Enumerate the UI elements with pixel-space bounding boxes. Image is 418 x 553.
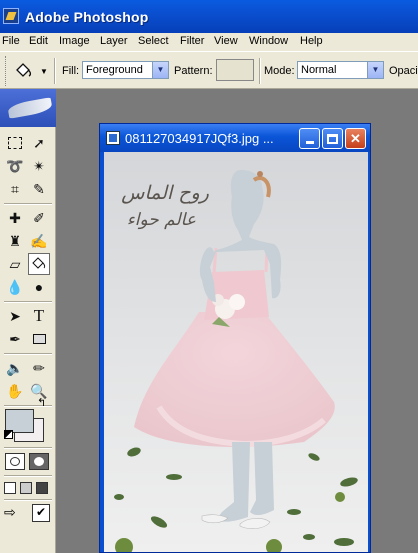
chevron-down-icon: ▼ — [367, 62, 383, 78]
mode-select[interactable]: Normal ▼ — [297, 61, 384, 79]
eraser-tool-icon[interactable]: ▱ — [4, 253, 26, 275]
options-grip[interactable] — [5, 56, 8, 86]
toolbox-divider — [4, 447, 52, 449]
pen-tool-icon[interactable]: ✒ — [4, 328, 26, 350]
brush-tool-icon[interactable]: ✐ — [28, 207, 50, 229]
menu-bar: File Edit Image Layer Select Filter View… — [0, 33, 418, 51]
shape-tool-icon[interactable] — [28, 328, 50, 350]
healing-brush-tool-icon[interactable]: ✚ — [4, 207, 26, 229]
image-canvas[interactable]: روح الماس عالم حواء — [104, 152, 368, 552]
document-title: 081127034917JQf3.jpg ... — [125, 131, 274, 146]
pattern-picker[interactable] — [216, 59, 254, 81]
minimize-icon — [305, 141, 314, 144]
watermark-line-2: عالم حواء — [126, 210, 196, 230]
watermark-line-1: روح الماس — [121, 182, 209, 204]
fill-select[interactable]: Foreground ▼ — [82, 61, 169, 79]
crop-tool-icon[interactable]: ⌗ — [4, 178, 26, 200]
menu-file[interactable]: File — [2, 35, 20, 47]
screen-mode-standard-icon[interactable] — [4, 482, 16, 494]
photoshop-app-icon — [3, 8, 19, 24]
magic-wand-tool-icon[interactable]: ✴ — [28, 155, 50, 177]
menu-select[interactable]: Select — [138, 35, 169, 47]
menu-edit[interactable]: Edit — [29, 35, 48, 47]
menu-layer[interactable]: Layer — [100, 35, 128, 47]
screen-mode-full-icon[interactable] — [36, 482, 48, 494]
chevron-down-icon: ▼ — [152, 62, 168, 78]
standard-mode-icon[interactable] — [5, 453, 25, 470]
hand-tool-icon[interactable]: ✋ — [4, 380, 26, 402]
eyedropper-tool-icon[interactable]: ✏ — [28, 357, 50, 379]
maximize-button[interactable] — [322, 128, 343, 149]
mode-label: Mode: — [264, 65, 295, 77]
toolbox-divider — [4, 475, 52, 477]
paint-bucket-tool-preset-icon[interactable] — [13, 61, 35, 81]
dodge-tool-icon[interactable]: ● — [28, 276, 50, 298]
clone-stamp-tool-icon[interactable]: ♜ — [4, 230, 26, 252]
fill-select-value: Foreground — [86, 64, 143, 76]
screen-mode-full-menu-icon[interactable] — [20, 482, 32, 494]
toolbox-divider — [4, 353, 52, 355]
maximize-icon — [327, 134, 338, 144]
toolbox-divider — [4, 203, 52, 205]
edit-in-imageready-icon[interactable]: ✔ — [32, 504, 50, 522]
marquee-tool-icon[interactable] — [4, 132, 26, 154]
options-bar: ▼ Fill: Foreground ▼ Pattern: Mode: Norm… — [0, 51, 418, 89]
options-separator — [54, 58, 56, 84]
tool-preset-dropdown-icon[interactable]: ▼ — [40, 67, 48, 76]
toolbox-divider — [4, 301, 52, 303]
close-button[interactable]: ✕ — [345, 128, 366, 149]
jump-to-imageready-icon[interactable]: ⇨ — [4, 504, 28, 522]
blur-tool-icon[interactable]: 💧 — [4, 276, 26, 298]
paint-bucket-tool-icon[interactable] — [28, 253, 50, 275]
pattern-label: Pattern: — [174, 65, 213, 77]
quick-mask-mode-icon[interactable] — [29, 453, 49, 470]
app-title-bar: Adobe Photoshop — [0, 0, 418, 33]
path-selection-tool-icon[interactable]: ➤ — [4, 305, 26, 327]
close-icon: ✕ — [350, 131, 361, 146]
swap-colors-icon[interactable]: ↰ — [37, 396, 46, 409]
toolbox-divider — [4, 499, 52, 501]
fill-label: Fill: — [62, 65, 80, 77]
history-brush-tool-icon[interactable]: ✍ — [28, 230, 50, 252]
menu-help[interactable]: Help — [300, 35, 323, 47]
notes-tool-icon[interactable]: 🔈 — [4, 357, 26, 379]
toolbox-header[interactable] — [0, 89, 56, 127]
toolbox-panel: ➚ ➰ ✴ ⌗ ✎ ✚ ✐ ♜ ✍ ▱ 💧 ● ➤ T ✒ 🔈 ✏ ✋ 🔍 ↰ … — [0, 89, 56, 553]
opacity-label: Opacit — [389, 65, 418, 77]
document-title-bar[interactable]: 081127034917JQf3.jpg ... ✕ — [100, 124, 370, 152]
menu-filter[interactable]: Filter — [180, 35, 204, 47]
document-window[interactable]: 081127034917JQf3.jpg ... ✕ روح الماس عال… — [99, 123, 371, 553]
adobe-feather-logo — [7, 97, 53, 119]
minimize-button[interactable] — [299, 128, 320, 149]
default-colors-icon[interactable] — [4, 430, 13, 439]
type-tool-icon[interactable]: T — [28, 305, 50, 327]
slice-tool-icon[interactable]: ✎ — [28, 178, 50, 200]
menu-window[interactable]: Window — [249, 35, 288, 47]
menu-image[interactable]: Image — [59, 35, 90, 47]
app-title: Adobe Photoshop — [25, 9, 149, 25]
menu-view[interactable]: View — [214, 35, 238, 47]
image-file-icon — [106, 131, 120, 145]
move-tool-icon[interactable]: ➚ — [28, 132, 50, 154]
lasso-tool-icon[interactable]: ➰ — [4, 155, 26, 177]
options-separator — [259, 58, 261, 84]
mode-select-value: Normal — [301, 64, 337, 76]
